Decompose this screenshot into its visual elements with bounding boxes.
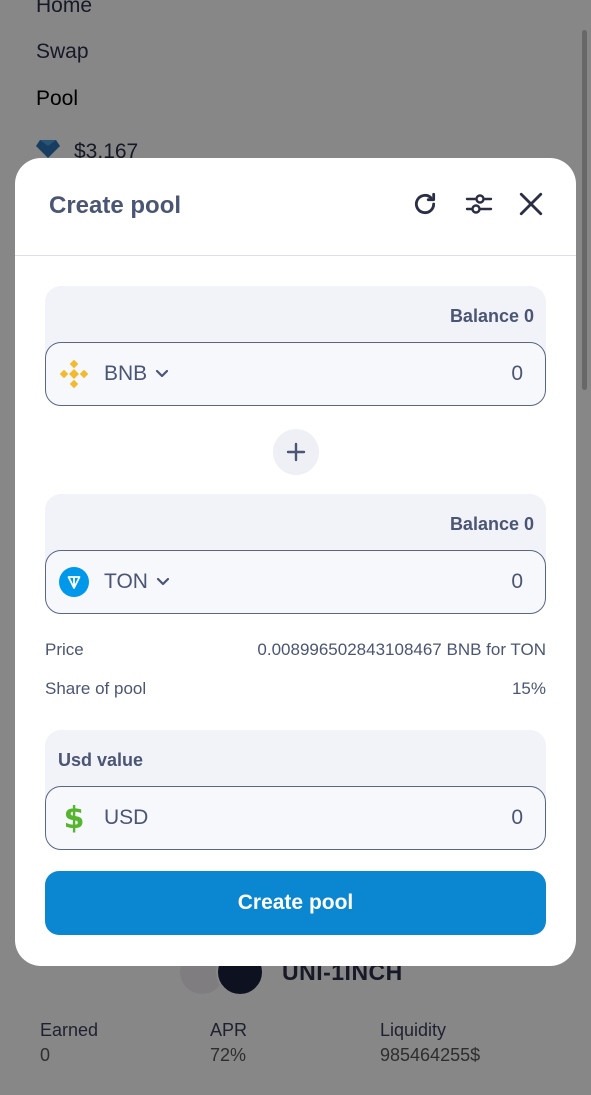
chevron-down-icon[interactable] [155,366,171,382]
token-b-amount[interactable]: 0 [511,570,523,594]
token-b-input[interactable]: TON 0 [45,550,546,614]
usd-input[interactable]: $ USD 0 [45,786,546,850]
price-row: Price 0.008996502843108467 BNB for TON [45,640,546,660]
usd-symbol: USD [104,806,149,829]
token-a-amount[interactable]: 0 [511,362,523,386]
ton-icon [58,566,90,598]
usd-label: Usd value [58,750,144,770]
token-b-balance: Balance 0 [449,514,534,534]
share-row: Share of pool 15% [45,679,546,699]
sliders-icon[interactable] [463,188,495,220]
token-a-panel: Balance 0 BNB 0 [45,286,546,406]
token-a-symbol[interactable]: BNB [104,362,147,386]
create-pool-modal: Create pool Balance 0 BNB 0 Balance 0 TO… [15,158,576,966]
modal-title: Create pool [49,192,182,219]
token-b-symbol[interactable]: TON [104,570,148,594]
price-label: Price [45,640,84,659]
token-b-panel: Balance 0 TON 0 [45,494,546,614]
plus-icon [273,429,319,475]
share-value: 15% [511,679,546,698]
token-a-input[interactable]: BNB 0 [45,342,546,406]
share-label: Share of pool [45,679,147,698]
price-value: 0.008996502843108467 BNB for TON [257,640,546,659]
chevron-down-icon[interactable] [156,574,172,590]
dollar-icon: $ [63,800,85,836]
refresh-icon[interactable] [409,188,441,220]
token-a-balance: Balance 0 [449,306,534,326]
close-icon[interactable] [515,188,547,220]
create-pool-button[interactable]: Create pool [45,871,546,935]
modal-header: Create pool [15,158,576,256]
bnb-icon [58,358,90,390]
usd-panel: Usd value $ USD 0 [45,730,546,850]
usd-amount[interactable]: 0 [511,806,523,830]
